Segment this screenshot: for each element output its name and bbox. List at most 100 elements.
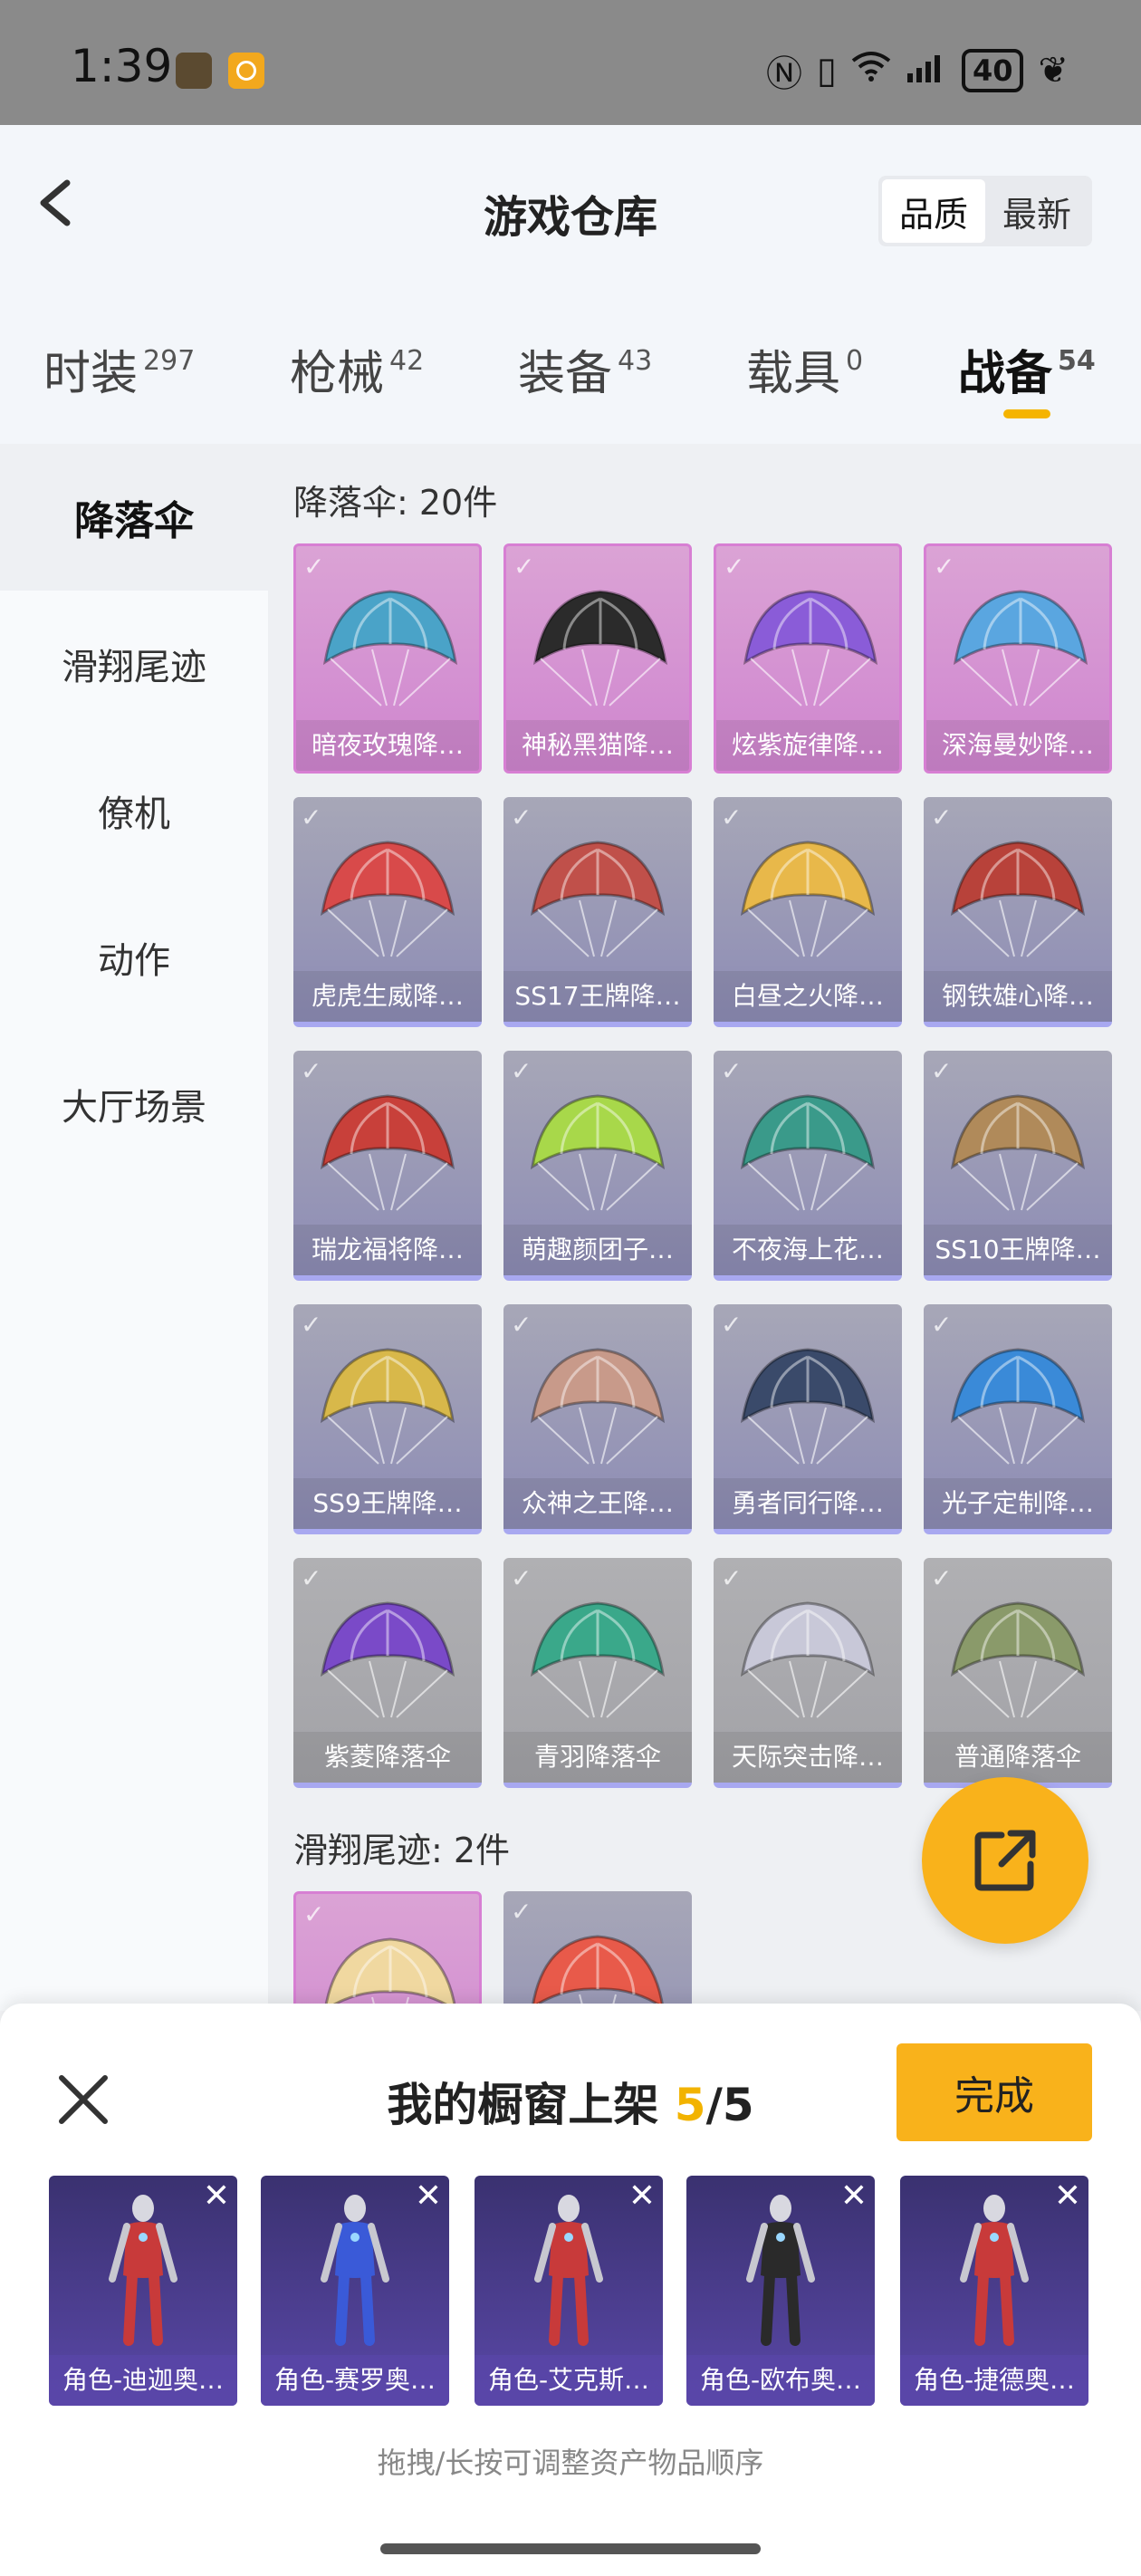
item-card-label: 光子定制降… — [924, 1478, 1112, 1529]
parachute-icon — [323, 1937, 457, 2011]
item-card[interactable]: ✓ SS10王牌降… — [924, 1051, 1112, 1281]
check-icon: ✓ — [721, 1056, 743, 1086]
item-card[interactable]: ✓ 暗夜玫瑰降… — [293, 543, 482, 774]
check-icon: ✓ — [513, 552, 535, 582]
item-card[interactable]: ✓ 炫紫旋律降… — [714, 543, 902, 774]
item-card-label: SS10王牌降… — [924, 1225, 1112, 1275]
parachute-icon — [950, 1348, 1086, 1465]
item-card[interactable]: ✓ 天际突击降… — [714, 1558, 902, 1788]
sort-option-quality[interactable]: 品质 — [882, 179, 985, 243]
item-card-label: 不夜海上花… — [714, 1225, 902, 1275]
item-card[interactable]: ✓ — [503, 1891, 692, 2011]
item-card-label: 萌趣颜团子… — [503, 1225, 692, 1275]
item-card-label: 瑞龙福将降… — [293, 1225, 482, 1275]
check-icon: ✓ — [301, 1563, 322, 1593]
category-tabs: 时装 297 枪械 42 装备 43 载具 0 战备 54 — [0, 281, 1141, 444]
item-grid: 降落伞: 20件 ✓ 暗夜玫瑰降… ✓ 神秘黑猫降… ✓ 炫紫旋律降… ✓ 深海曼妙降… ✓ 虎虎… — [268, 444, 1141, 2011]
item-card-label: 虎虎生威降… — [293, 971, 482, 1022]
character-figure-icon — [746, 2195, 815, 2346]
check-icon: ✓ — [511, 1056, 532, 1086]
showcase-panel: 我的橱窗上架 5/5 完成 ✕ 角色-迪迦奥… ✕ 角色-赛罗奥… ✕ 角色-艾克斯… ✕ 角… — [0, 2004, 1141, 2576]
tab-vehicles[interactable]: 载具 0 — [746, 335, 863, 403]
showcase-count: 5 — [674, 2079, 706, 2131]
check-icon: ✓ — [721, 803, 743, 832]
item-card-label: 天际突击降… — [714, 1732, 902, 1783]
item-card[interactable]: ✓ SS17王牌降… — [503, 797, 692, 1027]
sidebar-item-wingman[interactable]: 僚机 — [0, 737, 268, 884]
sort-toggle[interactable]: 品质 最新 — [878, 176, 1092, 246]
check-icon: ✓ — [931, 1563, 953, 1593]
sidebar-item-lobby-scene[interactable]: 大厅场景 — [0, 1031, 268, 1177]
item-card[interactable]: ✓ 勇者同行降… — [714, 1304, 902, 1534]
item-card[interactable]: ✓ 白昼之火降… — [714, 797, 902, 1027]
item-card[interactable]: ✓ 光子定制降… — [924, 1304, 1112, 1534]
share-button[interactable] — [922, 1777, 1088, 1944]
remove-icon[interactable]: ✕ — [203, 2177, 230, 2215]
app-notification-icon — [228, 53, 264, 89]
item-card[interactable]: ✓ 萌趣颜团子… — [503, 1051, 692, 1281]
showcase-slot-label: 角色-艾克斯… — [475, 2355, 663, 2406]
item-card[interactable]: ✓ 钢铁雄心降… — [924, 797, 1112, 1027]
showcase-slot-label: 角色-捷德奥… — [900, 2355, 1088, 2406]
sort-option-newest[interactable]: 最新 — [985, 179, 1088, 243]
item-card[interactable]: ✓ 不夜海上花… — [714, 1051, 902, 1281]
nfc-icon: Ⓝ — [765, 53, 802, 95]
item-card[interactable]: ✓ 普通降落伞 — [924, 1558, 1112, 1788]
item-card[interactable]: ✓ 虎虎生威降… — [293, 797, 482, 1027]
item-card-label: 普通降落伞 — [924, 1732, 1112, 1783]
sidebar-item-glide-trail[interactable]: 滑翔尾迹 — [0, 591, 268, 737]
showcase-slot[interactable]: ✕ 角色-迪迦奥… — [49, 2176, 237, 2406]
share-external-icon — [974, 1830, 1036, 1891]
showcase-slot[interactable]: ✕ 角色-赛罗奥… — [261, 2176, 449, 2406]
showcase-slot[interactable]: ✕ 角色-艾克斯… — [475, 2176, 663, 2406]
item-card-label: 白昼之火降… — [714, 971, 902, 1022]
check-icon: ✓ — [511, 803, 532, 832]
leaf-icon: ❦ — [1038, 50, 1069, 91]
item-card[interactable]: ✓ — [293, 1891, 482, 2011]
showcase-slot[interactable]: ✕ 角色-欧布奥… — [686, 2176, 875, 2406]
tab-fashion[interactable]: 时装 297 — [43, 335, 195, 403]
character-figure-icon — [960, 2195, 1029, 2346]
parachute-icon — [530, 1094, 666, 1211]
battery-icon: 40 — [961, 49, 1024, 92]
remove-icon[interactable]: ✕ — [840, 2177, 868, 2215]
item-card[interactable]: ✓ 众神之王降… — [503, 1304, 692, 1534]
parachute-icon — [953, 590, 1088, 706]
tab-equipment[interactable]: 装备 43 — [518, 335, 652, 403]
tab-combat-gear[interactable]: 战备 54 — [958, 335, 1096, 403]
home-indicator[interactable] — [380, 2543, 761, 2554]
done-button[interactable]: 完成 — [896, 2043, 1092, 2141]
item-card[interactable]: ✓ 深海曼妙降… — [924, 543, 1112, 774]
item-card[interactable]: ✓ 神秘黑猫降… — [503, 543, 692, 774]
status-icons: Ⓝ ▯ 40 ❦ — [766, 45, 1069, 96]
showcase-slot-label: 角色-赛罗奥… — [261, 2355, 449, 2406]
status-bar: 1:39 Ⓝ ▯ 40 ❦ — [0, 0, 1141, 125]
parachute-icon — [530, 841, 666, 957]
check-icon: ✓ — [301, 1310, 322, 1340]
sidebar-item-parachute[interactable]: 降落伞 — [0, 444, 268, 591]
item-card[interactable]: ✓ 紫菱降落伞 — [293, 1558, 482, 1788]
character-figure-icon — [109, 2195, 177, 2346]
parachute-icon — [740, 1348, 876, 1465]
remove-icon[interactable]: ✕ — [1054, 2177, 1081, 2215]
remove-icon[interactable]: ✕ — [415, 2177, 442, 2215]
character-figure-icon — [321, 2195, 389, 2346]
section-title-parachute: 降落伞: 20件 — [293, 483, 498, 523]
check-icon: ✓ — [511, 1563, 532, 1593]
item-card[interactable]: ✓ 青羽降落伞 — [503, 1558, 692, 1788]
tab-guns[interactable]: 枪械 42 — [290, 335, 424, 403]
parachute-icon — [530, 1348, 666, 1465]
active-tab-indicator — [1003, 409, 1050, 418]
item-card[interactable]: ✓ SS9王牌降… — [293, 1304, 482, 1534]
item-card-label: 深海曼妙降… — [926, 720, 1109, 771]
signal-icon — [906, 50, 947, 91]
parachute-icon — [530, 1935, 666, 2011]
item-card-label: 勇者同行降… — [714, 1478, 902, 1529]
check-icon: ✓ — [721, 1563, 743, 1593]
showcase-slot[interactable]: ✕ 角色-捷德奥… — [900, 2176, 1088, 2406]
showcase-total: /5 — [705, 2079, 754, 2131]
remove-icon[interactable]: ✕ — [628, 2177, 656, 2215]
item-card[interactable]: ✓ 瑞龙福将降… — [293, 1051, 482, 1281]
sidebar-item-emote[interactable]: 动作 — [0, 884, 268, 1031]
item-card-label: SS17王牌降… — [503, 971, 692, 1022]
